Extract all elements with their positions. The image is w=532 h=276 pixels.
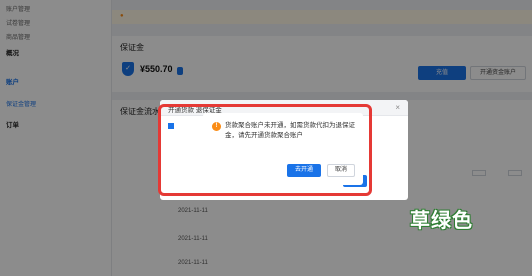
watermark-text: 草绿色 xyxy=(410,208,473,232)
dialog-actions: 去开通 取消 xyxy=(287,164,355,177)
open-account-confirm-dialog: ! 货款聚合账户未开通，如需货款代扣为退保证金，请先开通货款聚合账户 去开通 取… xyxy=(203,113,363,185)
cancel-button[interactable]: 取消 xyxy=(327,164,355,177)
go-open-button[interactable]: 去开通 xyxy=(287,164,321,177)
confirm-message: 货款聚合账户未开通，如需货款代扣为退保证金，请先开通货款聚合账户 xyxy=(225,122,355,139)
warning-icon: ! xyxy=(212,122,221,131)
close-icon[interactable]: × xyxy=(395,103,400,112)
